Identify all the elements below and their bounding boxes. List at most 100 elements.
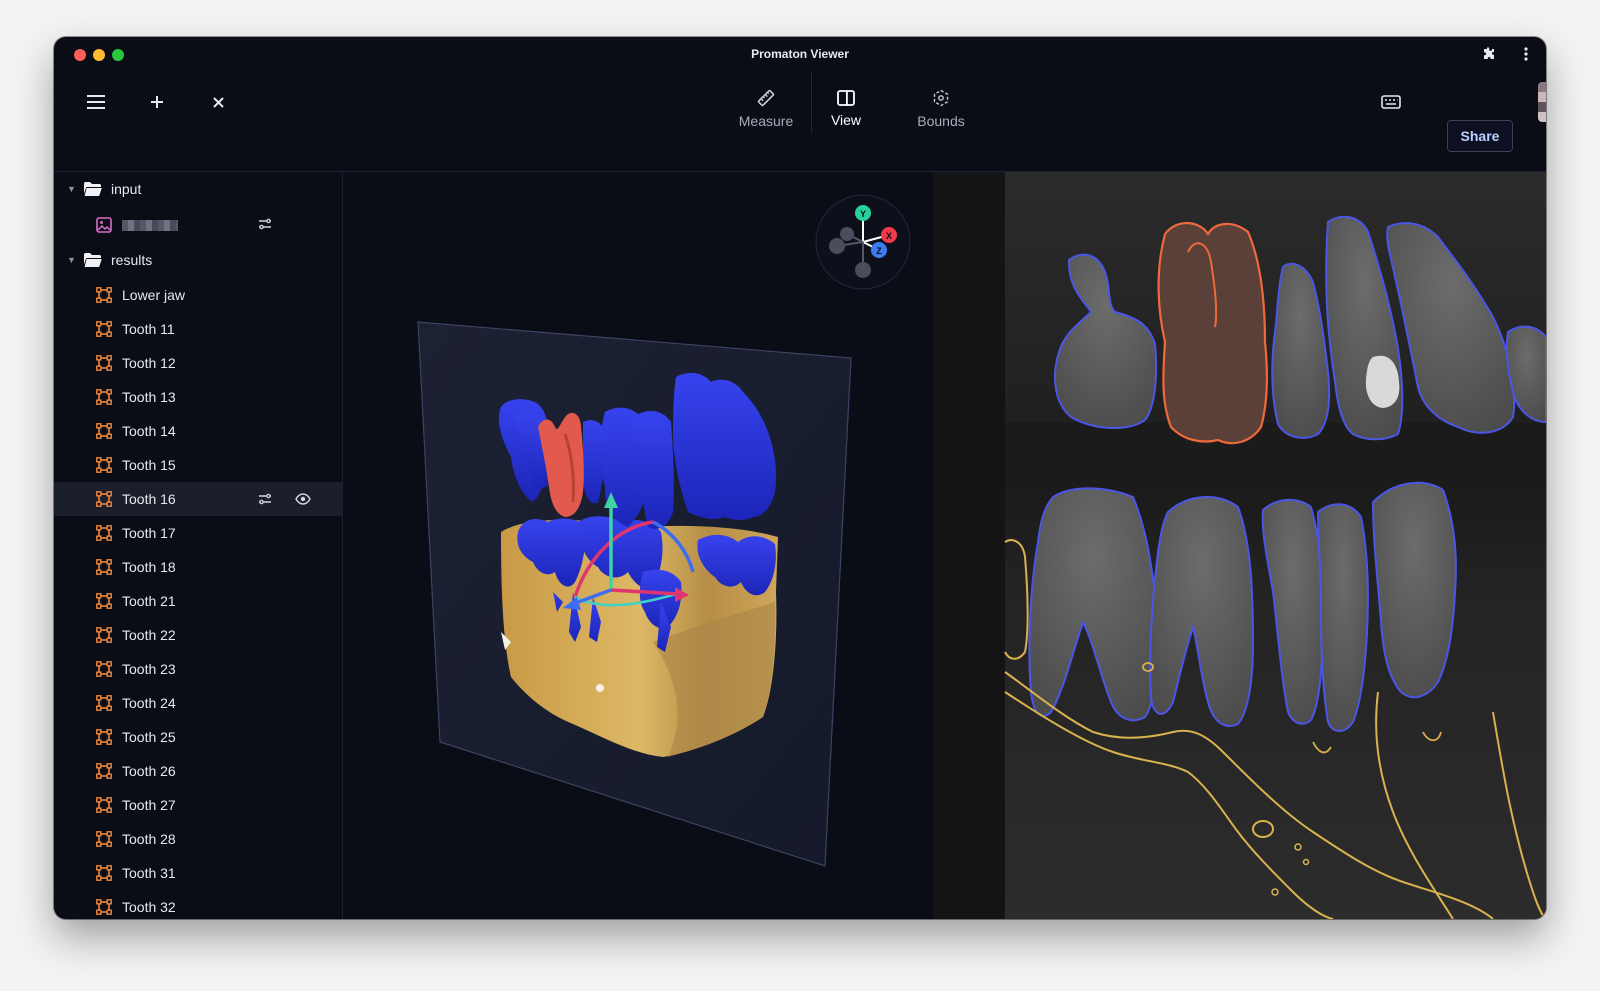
result-item[interactable]: Tooth 16 <box>54 482 342 516</box>
segmentation-icon <box>96 899 112 915</box>
tab-bounds[interactable]: Bounds <box>901 79 981 139</box>
result-item-label: Tooth 13 <box>122 389 176 405</box>
adjust-icon[interactable] <box>258 492 272 506</box>
segmentation-icon <box>96 423 112 439</box>
result-item[interactable]: Tooth 11 <box>54 312 342 346</box>
ct-slice <box>933 172 1546 919</box>
layer-tree-sidebar: ▼ input ▼ results Lower jaw Tooth 11 Tooth… <box>54 172 343 919</box>
keyboard-shortcuts-button[interactable] <box>1376 87 1406 117</box>
result-item[interactable]: Tooth 21 <box>54 584 342 618</box>
adjust-icon[interactable] <box>258 217 272 231</box>
result-item[interactable]: Tooth 14 <box>54 414 342 448</box>
axis-label-x: X <box>886 231 892 241</box>
extension-icon[interactable] <box>1479 44 1499 64</box>
segmentation-icon <box>96 865 112 881</box>
folder-label: results <box>111 252 153 268</box>
axis-label-z: Z <box>876 246 882 256</box>
result-item-label: Tooth 18 <box>122 559 176 575</box>
segmentation-icon <box>96 491 112 507</box>
result-item-label: Tooth 27 <box>122 797 176 813</box>
segmentation-icon <box>96 661 112 677</box>
result-item[interactable]: Lower jaw <box>54 278 342 312</box>
result-item-label: Tooth 24 <box>122 695 176 711</box>
result-item[interactable]: Tooth 32 <box>54 890 342 919</box>
result-item-label: Tooth 12 <box>122 355 176 371</box>
close-icon <box>212 96 224 108</box>
window-title: Promaton Viewer <box>751 47 849 61</box>
result-item[interactable]: Tooth 15 <box>54 448 342 482</box>
tab-view-label: View <box>830 112 862 128</box>
segmentation-icon <box>96 627 112 643</box>
menu-button[interactable] <box>81 87 111 117</box>
segmentation-icon <box>96 831 112 847</box>
result-item-label: Tooth 23 <box>122 661 176 677</box>
segmentation-icon <box>96 695 112 711</box>
close-button[interactable] <box>203 87 233 117</box>
folder-open-icon <box>84 182 102 196</box>
toolbar-divider <box>811 71 812 133</box>
segmentation-icon <box>96 729 112 745</box>
result-item-label: Tooth 14 <box>122 423 176 439</box>
result-item[interactable]: Tooth 26 <box>54 754 342 788</box>
result-item-label: Tooth 21 <box>122 593 176 609</box>
result-item-label: Tooth 28 <box>122 831 176 847</box>
result-item[interactable]: Tooth 12 <box>54 346 342 380</box>
avatar[interactable] <box>1538 82 1546 122</box>
segmentation-icon <box>96 525 112 541</box>
segmentation-icon <box>96 355 112 371</box>
result-item[interactable]: Tooth 24 <box>54 686 342 720</box>
segmentation-icon <box>96 763 112 779</box>
segmentation-icon <box>96 559 112 575</box>
keyboard-icon <box>1381 95 1401 109</box>
viewport-3d[interactable]: Y X Z <box>343 172 932 919</box>
tab-view[interactable]: View <box>821 79 871 139</box>
tab-bounds-label: Bounds <box>917 113 965 129</box>
plus-icon <box>151 96 163 108</box>
main-toolbar: Measure View Bounds Share <box>54 71 1546 172</box>
panel-icon <box>837 90 855 106</box>
input-item[interactable] <box>54 207 342 241</box>
folder-input[interactable]: ▼ input <box>54 172 342 206</box>
result-item[interactable]: Tooth 27 <box>54 788 342 822</box>
share-button[interactable]: Share <box>1447 120 1513 152</box>
tab-measure-label: Measure <box>738 113 794 129</box>
result-item-label: Tooth 16 <box>122 491 176 507</box>
ruler-icon <box>757 89 775 107</box>
bounds-icon <box>933 89 949 107</box>
app-window: Promaton Viewer Measure View Bounds Shar… <box>54 37 1546 919</box>
result-item-label: Tooth 11 <box>122 321 175 337</box>
result-item[interactable]: Tooth 13 <box>54 380 342 414</box>
segmentation-icon <box>96 321 112 337</box>
axis-label-y: Y <box>860 209 866 219</box>
result-item[interactable]: Tooth 18 <box>54 550 342 584</box>
add-button[interactable] <box>142 87 172 117</box>
segmentation-icon <box>96 797 112 813</box>
segmentation-icon <box>96 287 112 303</box>
result-item[interactable]: Tooth 17 <box>54 516 342 550</box>
folder-results[interactable]: ▼ results <box>54 243 342 277</box>
chevron-down-icon[interactable]: ▼ <box>67 184 76 194</box>
result-item-label: Tooth 17 <box>122 525 176 541</box>
tab-measure[interactable]: Measure <box>726 79 806 139</box>
result-item-label: Lower jaw <box>122 287 186 303</box>
scene-3d: Y X Z <box>417 194 911 867</box>
segmentation-icon <box>96 457 112 473</box>
result-item-label: Tooth 32 <box>122 899 176 915</box>
orientation-widget[interactable]: Y X Z <box>815 194 911 290</box>
folder-open-icon <box>84 253 102 267</box>
segmentation-icon <box>96 593 112 609</box>
result-item[interactable]: Tooth 22 <box>54 618 342 652</box>
result-item-label: Tooth 22 <box>122 627 176 643</box>
result-item[interactable]: Tooth 31 <box>54 856 342 890</box>
result-item[interactable]: Tooth 25 <box>54 720 342 754</box>
menu-icon <box>87 95 105 109</box>
chevron-down-icon[interactable]: ▼ <box>67 255 76 265</box>
eye-icon[interactable] <box>295 492 311 506</box>
result-item-label: Tooth 31 <box>122 865 176 881</box>
segmentation-icon <box>96 389 112 405</box>
result-item[interactable]: Tooth 23 <box>54 652 342 686</box>
result-item[interactable]: Tooth 28 <box>54 822 342 856</box>
title-bar: Promaton Viewer <box>54 37 1546 71</box>
viewport-2d-slice[interactable] <box>933 172 1546 919</box>
more-vertical-icon[interactable] <box>1516 44 1536 64</box>
